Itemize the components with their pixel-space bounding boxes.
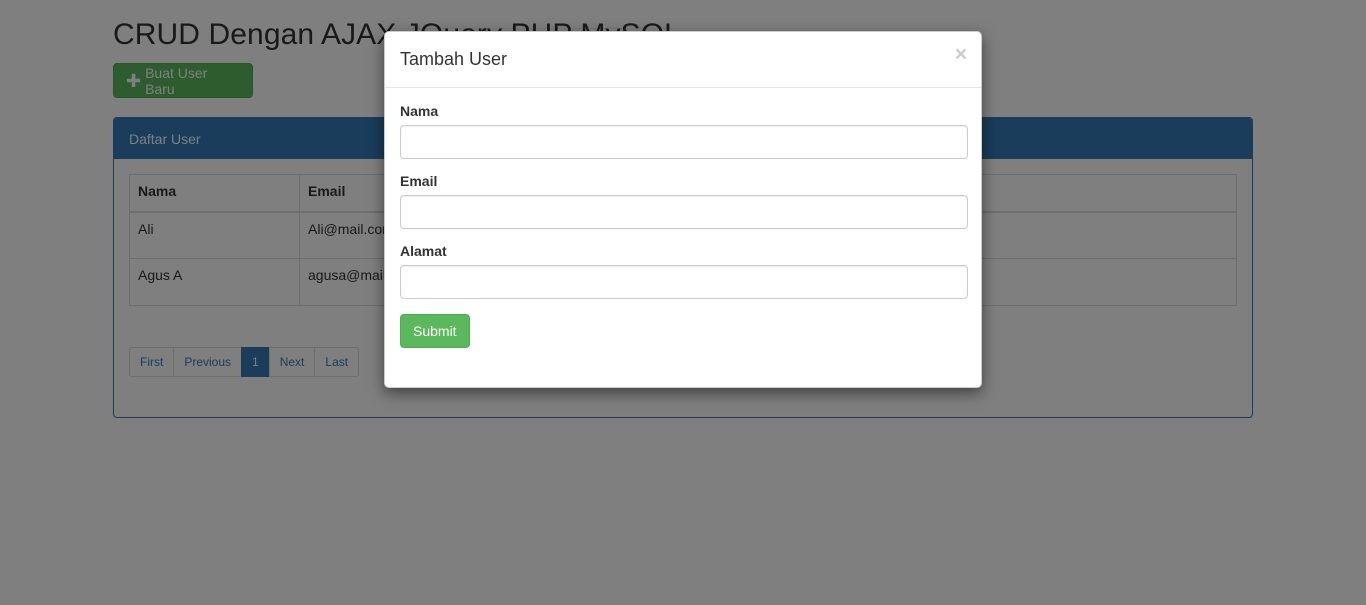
form-group-email: Email (400, 173, 968, 229)
form-group-nama: Nama (400, 103, 968, 159)
nama-input[interactable] (400, 125, 968, 159)
page: CRUD Dengan AJAX JQuery PHP MySQL ✚ Buat… (0, 0, 1366, 605)
form-group-alamat: Alamat (400, 243, 968, 299)
nama-label: Nama (400, 103, 439, 119)
alamat-label: Alamat (400, 243, 447, 259)
close-icon[interactable]: × (955, 44, 967, 65)
alamat-input[interactable] (400, 265, 968, 299)
email-label: Email (400, 173, 438, 189)
modal-body: Nama Email Alamat Submit (385, 88, 981, 363)
submit-button[interactable]: Submit (400, 314, 470, 348)
add-user-modal: Tambah User × Nama Email Alamat Submit (384, 31, 982, 388)
modal-header: Tambah User × (385, 32, 981, 88)
email-input[interactable] (400, 195, 968, 229)
modal-title: Tambah User (400, 49, 508, 69)
